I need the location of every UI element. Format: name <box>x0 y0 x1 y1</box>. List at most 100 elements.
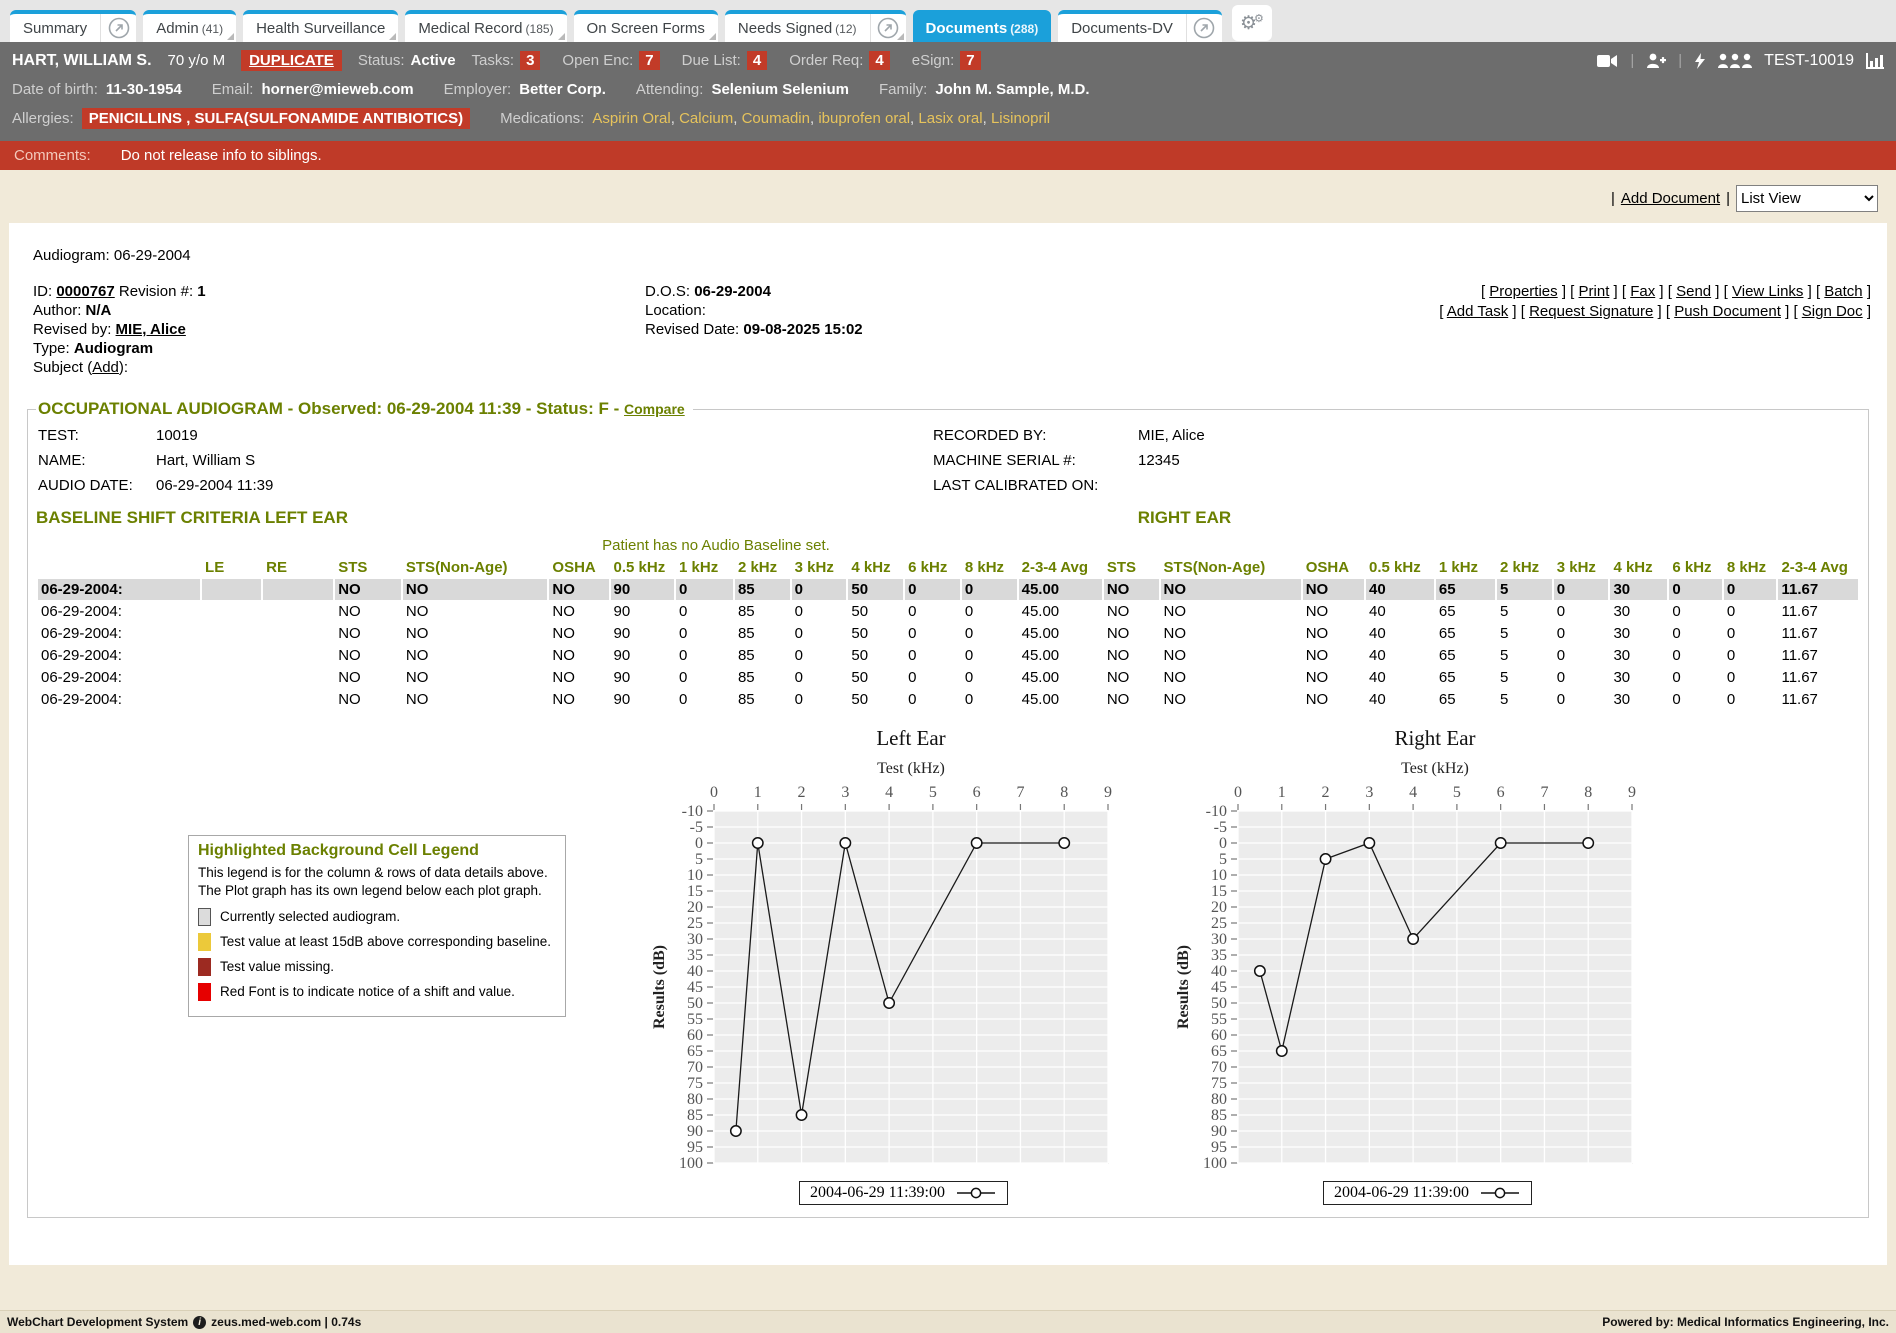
legend-swatch <box>198 933 211 951</box>
sign-doc-link[interactable]: Sign Doc <box>1802 303 1863 320</box>
audiogram-row[interactable]: 06-29-2004:NONONO900850500045.00NONONO40… <box>38 645 1858 666</box>
row-cell: NO <box>403 623 548 644</box>
cell-legend-title: Highlighted Background Cell Legend <box>198 842 556 860</box>
tab-medical-record[interactable]: Medical Record(185) <box>405 10 566 42</box>
add-document-link[interactable]: Add Document <box>1621 190 1720 207</box>
medication-separator: , <box>733 110 741 127</box>
compare-link[interactable]: Compare <box>624 401 685 417</box>
user-plus-icon[interactable] <box>1646 53 1666 68</box>
attending-value: Selenium Selenium <box>711 81 849 98</box>
request-signature-link[interactable]: Request Signature <box>1529 303 1653 320</box>
right-col-6-khz: 6 kHz <box>1669 557 1722 578</box>
cell-legend-item: Red Font is to indicate notice of a shif… <box>198 983 556 1001</box>
tab-documents[interactable]: Documents(288) <box>913 10 1052 42</box>
medication-item[interactable]: Lasix oral <box>918 110 982 127</box>
left-col-4-khz: 4 kHz <box>848 557 903 578</box>
test-info-row: MACHINE SERIAL #:12345 <box>933 448 1205 473</box>
medication-item[interactable]: Calcium <box>679 110 733 127</box>
audiogram-row[interactable]: 06-29-2004:NONONO900850500045.00NONONO40… <box>38 623 1858 644</box>
svg-text:80: 80 <box>687 1091 703 1108</box>
doc-type-line: Type: Audiogram <box>33 339 1871 358</box>
video-camera-icon[interactable] <box>1597 54 1618 68</box>
external-link-icon[interactable] <box>1186 14 1222 42</box>
print-link[interactable]: Print <box>1579 283 1610 300</box>
growth-chart-icon[interactable] <box>1866 53 1884 69</box>
row-cell: NO <box>1303 645 1364 666</box>
tab-on-screen-forms[interactable]: On Screen Forms <box>574 10 718 42</box>
svg-text:85: 85 <box>1211 1107 1227 1124</box>
row-cell: 0 <box>1724 579 1777 600</box>
medication-item[interactable]: ibuprofen oral <box>818 110 910 127</box>
medication-item[interactable]: Coumadin <box>742 110 810 127</box>
audiogram-row[interactable]: 06-29-2004:NONONO900850500045.00NONONO40… <box>38 579 1858 600</box>
counter-badge[interactable]: 3 <box>520 51 540 70</box>
left-col-2-khz: 2 kHz <box>735 557 790 578</box>
view-links-link[interactable]: View Links <box>1732 283 1803 300</box>
batch-link[interactable]: Batch <box>1824 283 1862 300</box>
counter-badge[interactable]: 4 <box>747 51 767 70</box>
lightning-bolt-icon[interactable] <box>1694 53 1706 69</box>
divider: | <box>1630 52 1634 69</box>
tab-needs-signed[interactable]: Needs Signed(12) <box>725 10 906 42</box>
doc-revised-by-link[interactable]: MIE, Alice <box>116 321 186 338</box>
properties-link[interactable]: Properties <box>1489 283 1557 300</box>
view-select[interactable]: List View <box>1736 185 1878 212</box>
svg-text:Left Ear: Left Ear <box>876 726 945 750</box>
medications-list: Aspirin Oral, Calcium, Coumadin, ibuprof… <box>592 110 1050 127</box>
svg-text:0: 0 <box>1219 835 1227 852</box>
info-circle-icon[interactable]: i <box>193 1316 206 1329</box>
svg-text:70: 70 <box>1211 1059 1227 1076</box>
row-cell: NO <box>549 623 608 644</box>
subject-add-link[interactable]: Add <box>92 359 119 376</box>
push-document-link[interactable]: Push Document <box>1674 303 1781 320</box>
test-info-value: 10019 <box>156 427 198 444</box>
row-cell: 5 <box>1497 579 1552 600</box>
audiogram-table: LERESTSSTS(Non-Age)OSHA0.5 kHz1 kHz2 kHz… <box>36 556 1860 711</box>
audiogram-row[interactable]: 06-29-2004:NONONO900850500045.00NONONO40… <box>38 667 1858 688</box>
row-cell: 0 <box>1554 623 1609 644</box>
left-col-3-khz: 3 kHz <box>792 557 847 578</box>
dos-value: 06-29-2004 <box>694 283 771 300</box>
medication-item[interactable]: Lisinopril <box>991 110 1050 127</box>
test-info-row: LAST CALIBRATED ON: <box>933 473 1205 498</box>
tab-health-surveillance[interactable]: Health Surveillance <box>243 10 398 42</box>
counter-badge[interactable]: 7 <box>639 51 659 70</box>
duplicate-flag[interactable]: DUPLICATE <box>241 50 342 71</box>
external-link-icon[interactable] <box>870 14 906 42</box>
three-users-icon[interactable] <box>1718 53 1752 68</box>
svg-text:35: 35 <box>1211 947 1227 964</box>
svg-text:Results (dB): Results (dB) <box>1175 945 1192 1029</box>
row-cell: 0 <box>1554 601 1609 622</box>
row-cell: NO <box>1104 623 1159 644</box>
svg-text:55: 55 <box>687 1011 703 1028</box>
right-col-osha: OSHA <box>1303 557 1364 578</box>
tab-summary[interactable]: Summary <box>10 10 136 42</box>
tab-admin[interactable]: Admin(41) <box>143 10 236 42</box>
send-link[interactable]: Send <box>1676 283 1711 300</box>
fax-link[interactable]: Fax <box>1630 283 1655 300</box>
left-col-re: RE <box>263 557 333 578</box>
allergies-value[interactable]: PENICILLINS , SULFA(SULFONAMIDE ANTIBIOT… <box>82 108 470 129</box>
svg-text:30: 30 <box>1211 931 1227 948</box>
dos-label: D.O.S: <box>645 283 690 300</box>
medication-item[interactable]: Aspirin Oral <box>592 110 670 127</box>
counter-badge[interactable]: 7 <box>960 51 980 70</box>
external-link-icon[interactable] <box>100 14 136 42</box>
right-ear-heading: RIGHT EAR <box>1138 508 1232 528</box>
row-cell <box>263 667 333 688</box>
chart-series-label: 2004-06-29 11:39:00 <box>810 1184 945 1202</box>
tab-documents-dv[interactable]: Documents-DV <box>1058 10 1222 42</box>
counter-badge[interactable]: 4 <box>869 51 889 70</box>
add-task-link[interactable]: Add Task <box>1447 303 1508 320</box>
audiogram-row[interactable]: 06-29-2004:NONONO900850500045.00NONONO40… <box>38 601 1858 622</box>
doc-author-value: N/A <box>86 302 112 319</box>
employer-value: Better Corp. <box>519 81 606 98</box>
doc-id-link[interactable]: 0000767 <box>56 283 114 300</box>
audiogram-row[interactable]: 06-29-2004:NONONO900850500045.00NONONO40… <box>38 689 1858 710</box>
cell-legend-items: Currently selected audiogram.Test value … <box>198 908 556 1001</box>
row-cell: 85 <box>735 623 790 644</box>
doc-id-label: ID: <box>33 283 52 300</box>
svg-text:20: 20 <box>687 899 703 916</box>
cell-legend-item: Test value at least 15dB above correspon… <box>198 933 556 951</box>
settings-button[interactable]: ⚙ ⚙ <box>1232 5 1272 41</box>
